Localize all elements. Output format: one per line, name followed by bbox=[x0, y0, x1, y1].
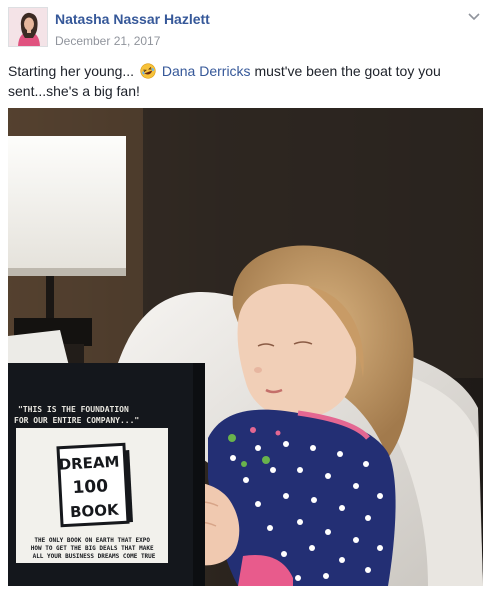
post-photo[interactable]: "THIS IS THE FOUNDATION FOR OUR ENTIRE C… bbox=[8, 108, 483, 586]
facebook-post: Natasha Nassar Hazlett December 21, 2017… bbox=[0, 0, 491, 591]
photo-image: "THIS IS THE FOUNDATION FOR OUR ENTIRE C… bbox=[8, 108, 483, 586]
avatar-image bbox=[9, 8, 47, 46]
mention-link[interactable]: Dana Derricks bbox=[162, 63, 251, 79]
rolling-laughing-emoji-icon bbox=[140, 63, 156, 79]
author-name[interactable]: Natasha Nassar Hazlett bbox=[55, 11, 210, 27]
book-subtitle: THE ONLY BOOK ON EARTH THAT EXPO HOW TO … bbox=[31, 537, 157, 560]
post-header: Natasha Nassar Hazlett December 21, 2017 bbox=[8, 7, 483, 51]
post-timestamp[interactable]: December 21, 2017 bbox=[55, 34, 160, 48]
post-text: Starting her young... Dana Derricks must… bbox=[8, 61, 473, 101]
author-avatar[interactable] bbox=[8, 7, 48, 47]
post-text-start: Starting her young... bbox=[8, 63, 135, 79]
chevron-down-icon[interactable] bbox=[465, 9, 483, 25]
